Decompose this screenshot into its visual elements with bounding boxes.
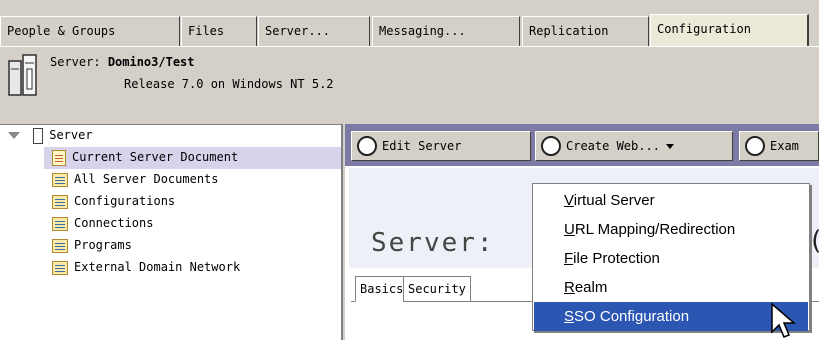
tab-label: Messaging... bbox=[379, 24, 466, 38]
server-header: Server: Domino3/Test Release 7.0 on Wind… bbox=[0, 46, 819, 122]
tab-files[interactable]: Files bbox=[181, 16, 257, 46]
server-name: Domino3/Test bbox=[107, 55, 195, 69]
tab-people-groups[interactable]: People & Groups bbox=[0, 16, 180, 46]
chevron-down-icon bbox=[665, 144, 674, 149]
tab-label: Server... bbox=[265, 24, 331, 38]
nav-item-external-domain-network[interactable]: External Domain Network bbox=[52, 257, 240, 279]
nav-label: Configurations bbox=[74, 194, 176, 208]
server-icon bbox=[8, 54, 37, 96]
tab-security[interactable]: Security bbox=[403, 276, 471, 302]
menu-label: RL Mapping/Redirection bbox=[574, 221, 736, 238]
document-title: Server: bbox=[371, 228, 495, 258]
menu-item-file-protection[interactable]: File Protection bbox=[534, 244, 808, 273]
edit-server-button[interactable]: Edit Server bbox=[351, 131, 531, 161]
server-name-line: Server: Domino3/Test bbox=[50, 55, 195, 69]
server-icon bbox=[33, 127, 44, 144]
web-diamond-icon bbox=[541, 136, 561, 156]
nav-label: Programs bbox=[74, 238, 132, 252]
button-label: Create Web... bbox=[566, 139, 660, 153]
document-icon bbox=[52, 149, 66, 166]
tab-messaging[interactable]: Messaging... bbox=[372, 16, 520, 46]
button-label: Exam bbox=[770, 139, 799, 153]
nav-label: External Domain Network bbox=[74, 260, 241, 274]
release-info: Release 7.0 on Windows NT 5.2 bbox=[124, 77, 334, 91]
tab-label: People & Groups bbox=[7, 24, 116, 38]
examine-button[interactable]: Exam bbox=[739, 131, 819, 161]
tab-server[interactable]: Server... bbox=[258, 16, 370, 46]
mouse-cursor-icon bbox=[771, 302, 796, 338]
navigator-pane: Server Current Server Document All Serve… bbox=[0, 124, 343, 340]
accelerator-key: S bbox=[564, 308, 575, 325]
action-bar: Edit Server Create Web... Exam bbox=[345, 124, 819, 166]
accelerator-key: R bbox=[564, 279, 575, 296]
nav-server-root[interactable]: Server bbox=[0, 125, 341, 147]
menu-item-sso-configuration[interactable]: SSO Configuration bbox=[534, 302, 808, 331]
tab-label: Configuration bbox=[657, 22, 751, 36]
top-tab-bar: People & Groups Files Server... Messagin… bbox=[0, 0, 819, 50]
menu-label: ile Protection bbox=[573, 250, 660, 267]
nav-item-current-server-document[interactable]: Current Server Document bbox=[44, 147, 341, 169]
nav-label: Server bbox=[49, 128, 93, 142]
menu-label: ealm bbox=[574, 279, 608, 296]
accelerator-key: U bbox=[564, 221, 575, 238]
tab-label: Files bbox=[188, 24, 225, 38]
tab-label: Replication bbox=[529, 24, 609, 38]
nav-item-configurations[interactable]: Configurations bbox=[52, 191, 175, 213]
accelerator-key: V bbox=[564, 192, 574, 209]
examine-icon bbox=[745, 136, 765, 156]
nav-item-all-server-documents[interactable]: All Server Documents bbox=[52, 169, 219, 191]
menu-item-url-mapping[interactable]: URL Mapping/Redirection bbox=[534, 215, 808, 244]
expand-twisty-icon[interactable] bbox=[8, 132, 20, 139]
menu-item-virtual-server[interactable]: Virtual Server bbox=[534, 186, 808, 215]
create-web-dropdown-menu: Virtual Server URL Mapping/Redirection F… bbox=[532, 183, 810, 331]
server-prefix: Server: bbox=[50, 55, 101, 69]
tab-basics[interactable]: Basics bbox=[355, 276, 409, 302]
accelerator-key: F bbox=[564, 250, 574, 267]
view-icon bbox=[52, 194, 68, 209]
nav-item-programs[interactable]: Programs bbox=[52, 235, 132, 257]
view-icon bbox=[52, 172, 68, 187]
button-label: Edit Server bbox=[382, 139, 462, 153]
view-icon bbox=[52, 216, 68, 231]
menu-item-realm[interactable]: Realm bbox=[534, 273, 808, 302]
view-icon bbox=[52, 238, 68, 253]
tab-configuration[interactable]: Configuration bbox=[650, 14, 809, 48]
tab-replication[interactable]: Replication bbox=[522, 16, 649, 46]
create-web-button[interactable]: Create Web... bbox=[535, 131, 733, 161]
nav-label: All Server Documents bbox=[74, 172, 219, 186]
menu-label: irtual Server bbox=[573, 192, 655, 209]
view-icon bbox=[52, 260, 68, 275]
nav-label: Connections bbox=[74, 216, 154, 230]
nav-label: Current Server Document bbox=[72, 150, 239, 164]
menu-label: SO Configuration bbox=[574, 308, 690, 325]
nav-item-connections[interactable]: Connections bbox=[52, 213, 153, 235]
pencil-icon bbox=[357, 136, 377, 156]
